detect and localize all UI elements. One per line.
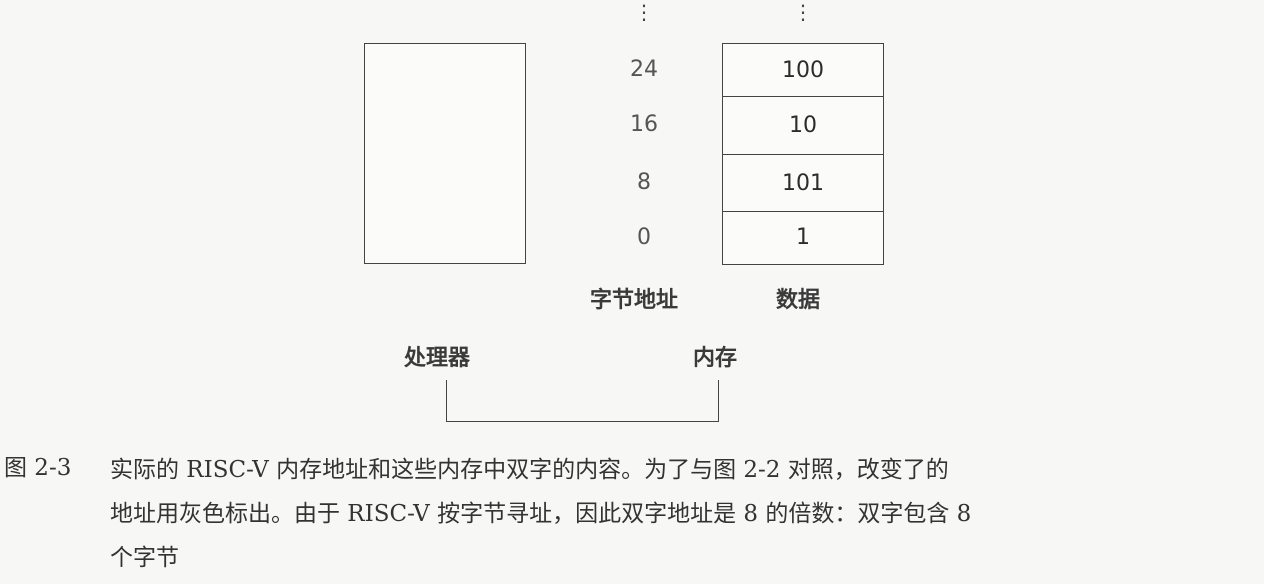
address-continuation-dots: ⋮ bbox=[634, 0, 654, 24]
memory-label: 内存 bbox=[693, 346, 738, 371]
data-column-label: 数据 bbox=[776, 288, 821, 313]
processor-label: 处理器 bbox=[404, 346, 471, 371]
memory-box: 100 10 101 1 bbox=[722, 43, 884, 265]
memory-cell-24: 100 bbox=[723, 44, 883, 97]
caption-line: 地址用灰色标出。由于 RISC-V 按字节寻址，因此双字地址是 8 的倍数：双字… bbox=[110, 501, 972, 527]
address-label-24: 24 bbox=[630, 57, 658, 82]
figure-caption: 实际的 RISC-V 内存地址和这些内存中双字的内容。为了与图 2-2 对照，改… bbox=[110, 448, 1260, 580]
address-column-label: 字节地址 bbox=[590, 288, 679, 313]
address-label-8: 8 bbox=[637, 170, 651, 195]
memory-cell-16: 10 bbox=[723, 97, 883, 155]
processor-box bbox=[364, 43, 526, 264]
memory-cell-8: 101 bbox=[723, 155, 883, 212]
caption-line: 实际的 RISC-V 内存地址和这些内存中双字的内容。为了与图 2-2 对照，改… bbox=[110, 457, 949, 483]
processor-memory-connector bbox=[446, 380, 719, 422]
figure-number: 图 2-3 bbox=[4, 455, 72, 481]
address-label-0: 0 bbox=[637, 225, 651, 250]
memory-cell-0: 1 bbox=[796, 225, 810, 250]
caption-line: 个字节 bbox=[110, 545, 179, 571]
data-continuation-dots: ⋮ bbox=[793, 0, 813, 24]
address-label-16: 16 bbox=[630, 112, 658, 137]
